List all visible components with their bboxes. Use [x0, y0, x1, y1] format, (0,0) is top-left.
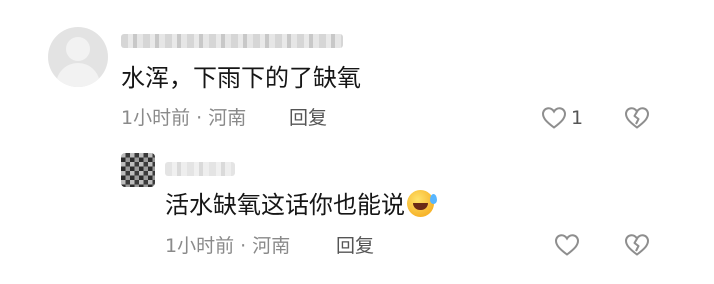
- broken-heart-icon: [624, 107, 650, 129]
- comment-like-count: 1: [571, 107, 584, 129]
- commenter-name-blurred[interactable]: [121, 34, 343, 48]
- reply-text-content: 活水缺氧这话你也能说: [165, 191, 405, 219]
- reply-like-button[interactable]: [554, 233, 580, 261]
- comment-dislike-button[interactable]: [624, 106, 650, 134]
- comment-text: 水浑，下雨下的了缺氧: [121, 64, 361, 92]
- replier-avatar[interactable]: [121, 153, 155, 187]
- reply-dislike-button[interactable]: [624, 233, 650, 261]
- heart-outline-icon: [554, 234, 580, 256]
- reply-reply-button[interactable]: 回复: [336, 234, 374, 258]
- broken-heart-icon: [624, 234, 650, 256]
- reply-meta-time-location: 1小时前 · 河南: [165, 235, 291, 257]
- commenter-avatar[interactable]: [48, 27, 108, 87]
- comment-reply-button[interactable]: 回复: [289, 106, 327, 130]
- heart-outline-icon: [541, 107, 567, 129]
- rolling-laughing-emoji-icon: [407, 190, 437, 217]
- reply-text: 活水缺氧这话你也能说: [165, 189, 437, 221]
- replier-name-blurred[interactable]: [165, 162, 235, 176]
- comment-meta-time-location: 1小时前 · 河南: [121, 107, 247, 129]
- comment-like-button[interactable]: [541, 106, 567, 134]
